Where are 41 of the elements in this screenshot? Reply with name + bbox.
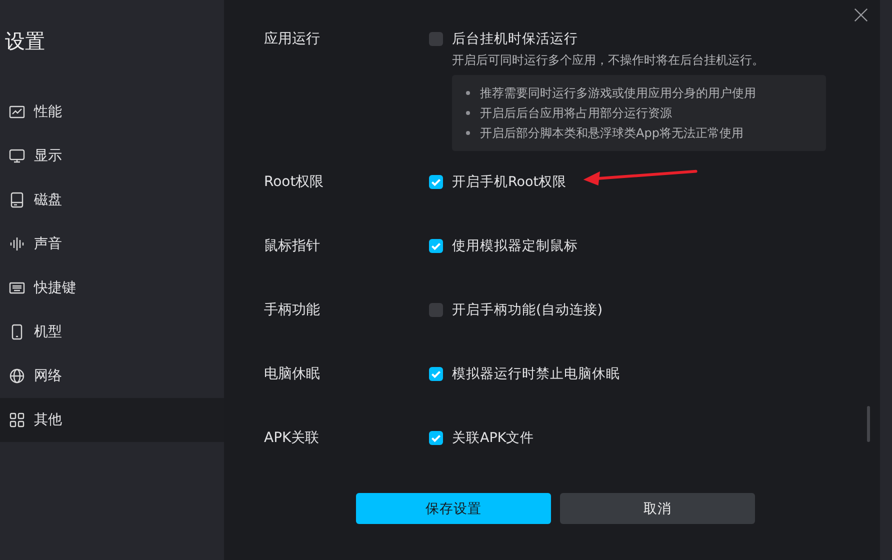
checkbox[interactable] [429, 367, 443, 381]
setting-label: Root权限 [264, 173, 325, 192]
setting-label: 应用运行 [264, 30, 321, 49]
sidebar-item[interactable]: 显示 [0, 134, 224, 178]
sidebar-item[interactable]: 其他 [0, 398, 224, 442]
phone-icon [9, 324, 25, 340]
setting-label: 鼠标指针 [264, 237, 321, 256]
note-text: 推荐需要同时运行多游戏或使用应用分身的用户使用 [480, 85, 756, 102]
note-text: 开启后部分脚本类和悬浮球类App将无法正常使用 [480, 125, 744, 142]
close-icon[interactable] [854, 8, 868, 22]
setting-label: 手柄功能 [264, 301, 321, 320]
cancel-button[interactable]: 取消 [560, 493, 755, 524]
save-button[interactable]: 保存设置 [356, 493, 551, 524]
sidebar-item[interactable]: 快捷键 [0, 266, 224, 310]
checkbox-label: 模拟器运行时禁止电脑休眠 [452, 365, 620, 383]
sidebar-item[interactable]: 磁盘 [0, 178, 224, 222]
grid-icon [9, 412, 25, 428]
monitor-icon [9, 148, 25, 164]
setting-label: APK关联 [264, 429, 320, 448]
sidebar-item[interactable]: 机型 [0, 310, 224, 354]
checkbox[interactable] [429, 32, 443, 46]
checkbox-label: 开启手柄功能(自动连接) [452, 301, 603, 319]
checkbox[interactable] [429, 303, 443, 317]
sidebar-title: 设置 [4, 28, 46, 55]
checkbox[interactable] [429, 239, 443, 253]
description-text: 开启后可同时运行多个应用，不操作时将在后台挂机运行。 [451, 52, 765, 69]
note-text: 开启后后台应用将占用部分运行资源 [480, 105, 672, 122]
globe-icon [9, 368, 25, 384]
sidebar-item[interactable]: 声音 [0, 222, 224, 266]
sound-wave-icon [9, 236, 25, 252]
checkbox-label: 开启手机Root权限 [452, 173, 567, 191]
checkbox[interactable] [429, 175, 443, 189]
setting-label: 电脑休眠 [264, 365, 321, 384]
checkbox[interactable] [429, 431, 443, 445]
sidebar-item[interactable]: 网络 [0, 354, 224, 398]
checkbox-label: 关联APK文件 [452, 429, 534, 447]
chart-icon [9, 104, 25, 120]
checkbox-label: 后台挂机时保活运行 [452, 30, 578, 48]
checkbox-label: 使用模拟器定制鼠标 [452, 237, 578, 255]
keyboard-icon [9, 280, 25, 296]
sidebar-item[interactable]: 性能 [0, 90, 224, 134]
